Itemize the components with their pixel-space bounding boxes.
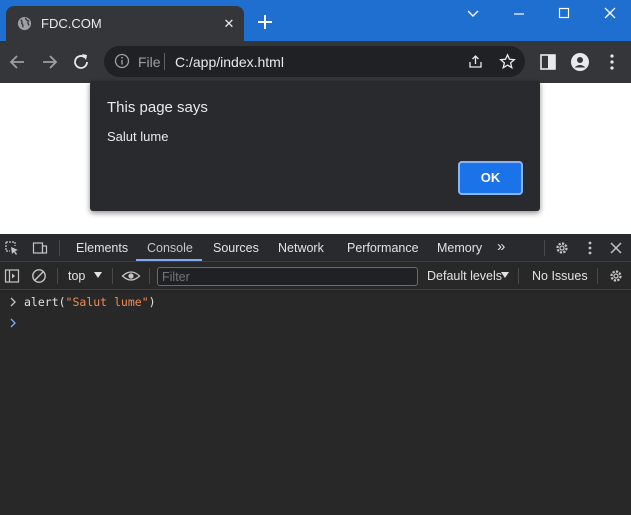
ok-button[interactable]: OK <box>458 161 523 195</box>
console-prompt-line[interactable] <box>0 314 631 334</box>
sidebar-toggle-icon[interactable] <box>4 268 20 284</box>
side-panel-icon[interactable] <box>538 52 558 72</box>
live-expression-eye-icon[interactable] <box>121 268 141 284</box>
toolbar-separator <box>597 268 598 284</box>
minimize-icon[interactable] <box>496 4 542 24</box>
bookmark-star-icon[interactable] <box>499 53 516 70</box>
issues-counter[interactable]: No Issues <box>532 269 588 283</box>
tab-title: FDC.COM <box>41 16 102 31</box>
console-settings-gear-icon[interactable] <box>608 268 624 284</box>
url-text[interactable]: C:/app/index.html <box>175 54 284 70</box>
toolbar-separator <box>518 268 519 284</box>
address-separator <box>164 53 165 70</box>
browser-window: FDC.COM ✕ File C:/app/index.html This pa… <box>0 0 631 515</box>
device-toolbar-icon[interactable] <box>32 240 48 256</box>
toolbar-separator <box>112 268 113 284</box>
back-arrow-icon[interactable] <box>7 51 29 73</box>
console-entry: alert("Salut lume") <box>0 292 631 312</box>
tab-memory[interactable]: Memory <box>437 241 482 255</box>
reload-icon[interactable] <box>70 51 92 73</box>
levels-caret-icon[interactable] <box>501 272 509 278</box>
close-devtools-icon[interactable] <box>608 240 624 256</box>
info-icon[interactable] <box>114 53 130 69</box>
forward-arrow-icon[interactable] <box>38 51 60 73</box>
dialog-message: Salut lume <box>107 129 169 144</box>
profile-avatar-icon[interactable] <box>570 52 590 72</box>
address-bar[interactable]: File C:/app/index.html <box>104 46 525 77</box>
clear-console-icon[interactable] <box>31 268 47 284</box>
command-close-paren: ) <box>148 295 156 309</box>
close-tab-icon[interactable]: ✕ <box>220 15 238 33</box>
close-window-icon[interactable] <box>587 4 631 24</box>
scheme-label: File <box>138 54 161 70</box>
share-icon[interactable] <box>467 53 484 70</box>
input-chevron-icon <box>10 297 16 307</box>
browser-toolbar: File C:/app/index.html <box>0 41 631 83</box>
inspect-element-icon[interactable] <box>4 240 20 256</box>
devtools-menu-icon[interactable] <box>582 240 598 256</box>
context-caret-icon[interactable] <box>94 272 102 278</box>
active-tab-indicator <box>136 259 202 261</box>
context-selector[interactable]: top <box>68 269 85 283</box>
log-levels-dropdown[interactable]: Default levels <box>427 269 502 283</box>
tab-console[interactable]: Console <box>147 241 193 255</box>
more-tabs-icon[interactable]: » <box>497 238 505 255</box>
tab-performance[interactable]: Performance <box>347 241 419 255</box>
console-command: alert("Salut lume") <box>24 295 156 309</box>
tab-sources[interactable]: Sources <box>213 241 259 255</box>
tab-separator <box>544 240 545 256</box>
maximize-icon[interactable] <box>541 4 587 24</box>
devtools-tab-bar: Elements Console Sources Network Perform… <box>0 234 631 262</box>
new-tab-icon[interactable] <box>255 12 275 32</box>
tab-separator <box>59 240 60 256</box>
tab-network[interactable]: Network <box>278 241 324 255</box>
command-function: alert( <box>24 295 66 309</box>
prompt-chevron-icon <box>10 318 16 328</box>
globe-icon <box>17 16 32 31</box>
kebab-menu-icon[interactable] <box>602 52 622 72</box>
alert-dialog: This page says Salut lume OK <box>90 81 540 211</box>
devtools-panel: Elements Console Sources Network Perform… <box>0 234 631 515</box>
browser-tab[interactable]: FDC.COM ✕ <box>6 6 244 42</box>
settings-gear-icon[interactable] <box>554 240 570 256</box>
toolbar-separator <box>57 268 58 284</box>
toolbar-separator <box>149 268 150 284</box>
console-toolbar: top Default levels No Issues <box>0 263 631 290</box>
command-string-literal: "Salut lume" <box>65 295 149 309</box>
dialog-title: This page says <box>107 99 208 116</box>
console-filter-input[interactable] <box>157 267 418 286</box>
tab-search-icon[interactable] <box>450 4 496 24</box>
tab-elements[interactable]: Elements <box>76 241 128 255</box>
title-bar: FDC.COM ✕ <box>0 0 631 42</box>
